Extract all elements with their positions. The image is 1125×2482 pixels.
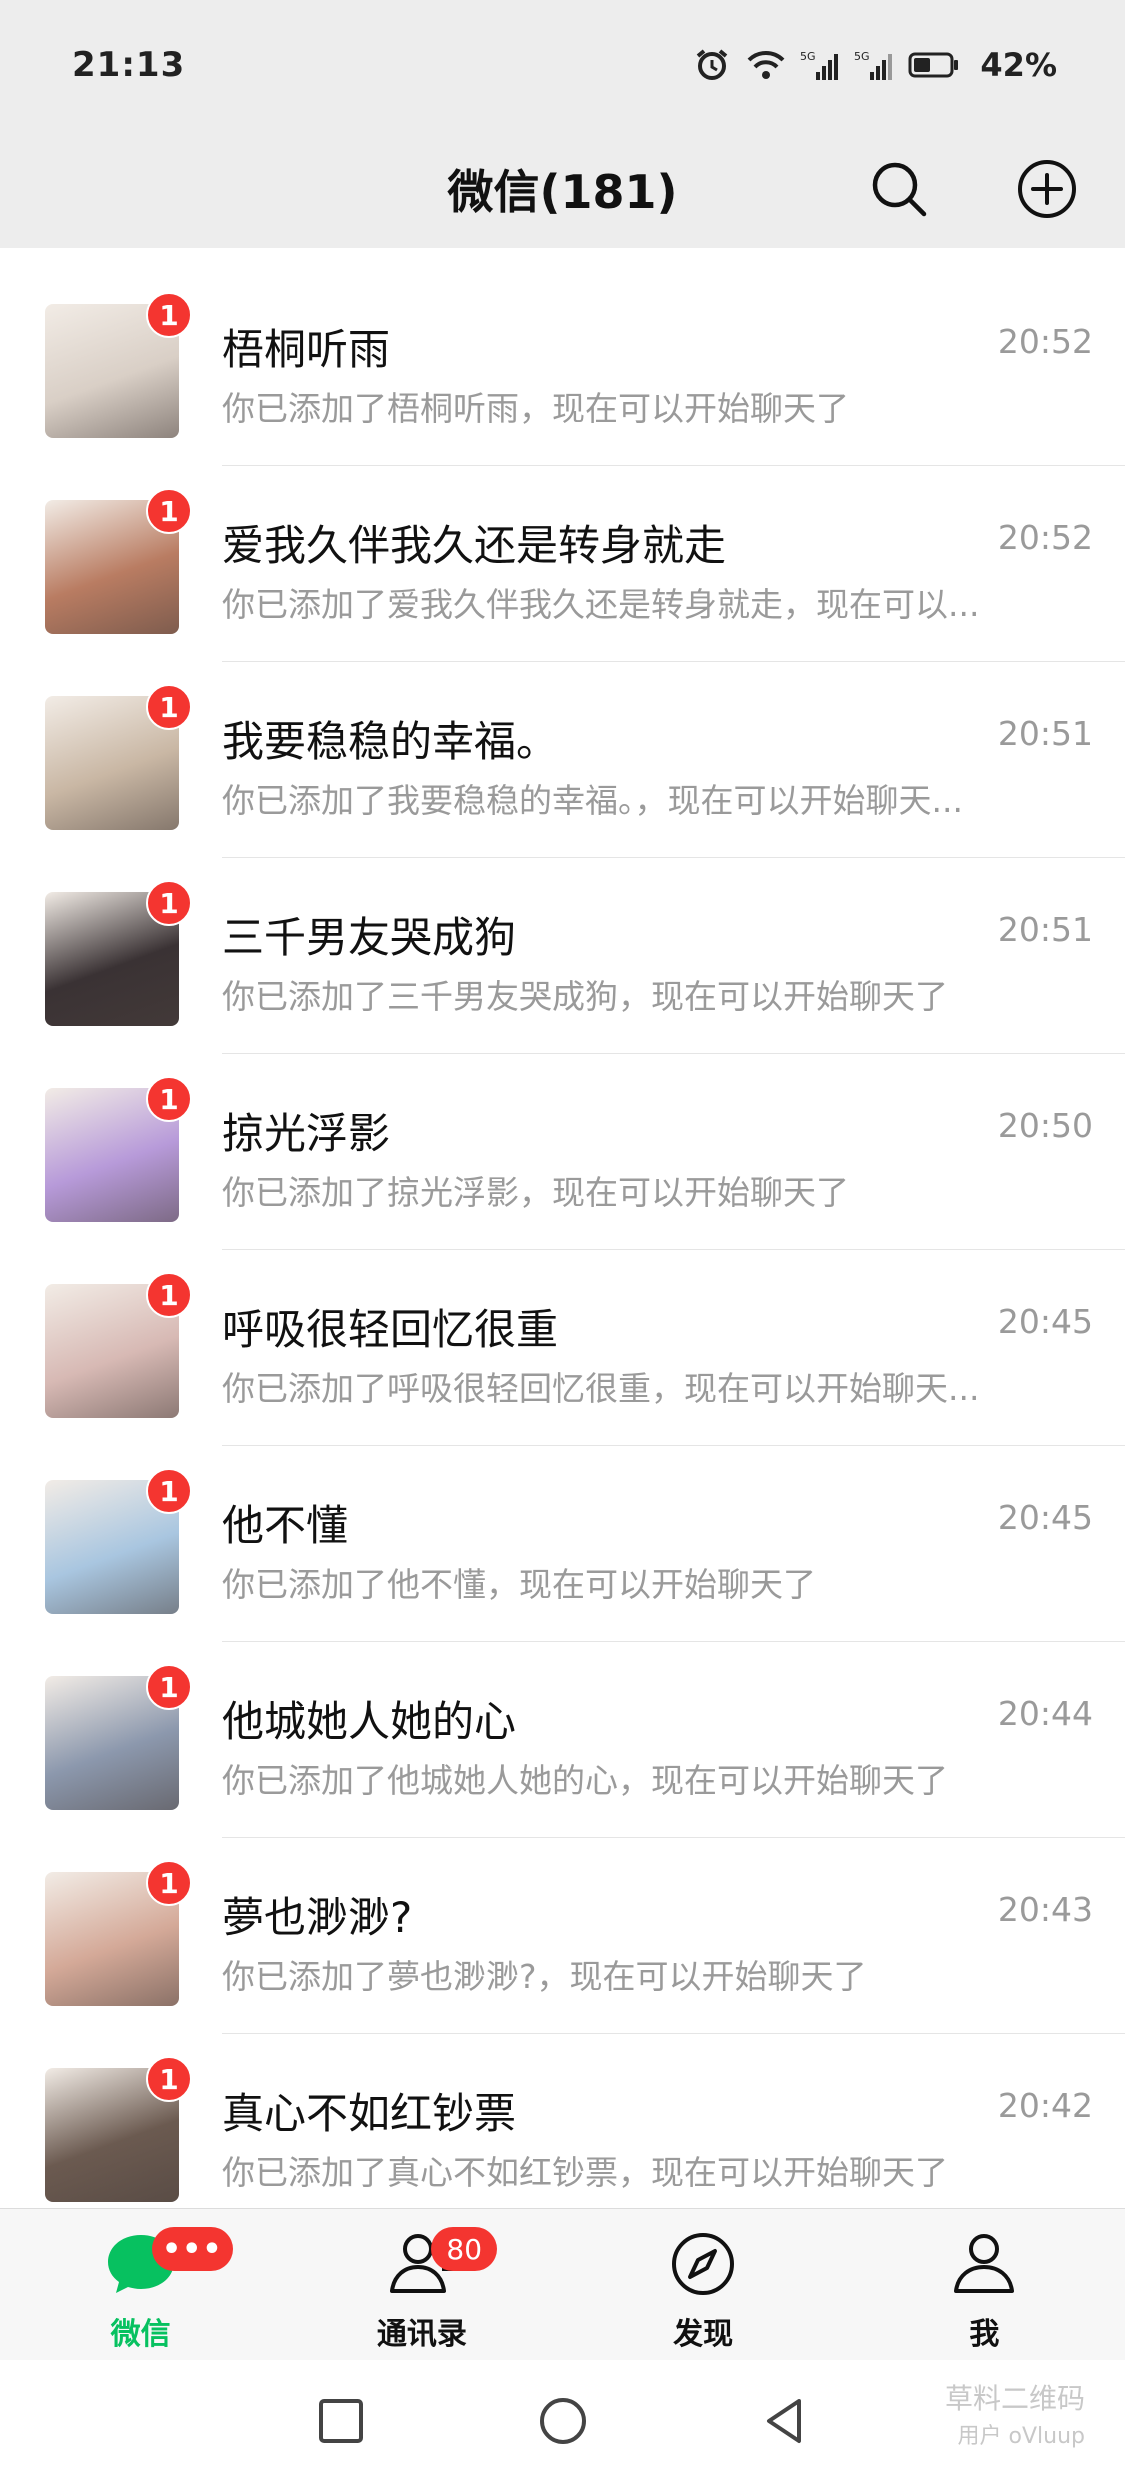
- page-title: 微信(181): [447, 165, 678, 219]
- svg-text:5G: 5G: [854, 50, 870, 63]
- chat-preview: 你已添加了我要稳稳的幸福。，现在可以开始聊天...: [222, 781, 963, 820]
- home-circle-icon[interactable]: [537, 2395, 589, 2447]
- chat-list-item[interactable]: 1 真心不如红钞票 20:42 你已添加了真心不如红钞票，现在可以开始聊天了: [0, 2034, 1125, 2230]
- unread-badge: 1: [146, 2056, 192, 2102]
- chat-time: 20:44: [997, 1694, 1093, 1733]
- chat-name: 爱我久伴我久还是转身就走: [222, 521, 727, 570]
- chat-time: 20:45: [997, 1498, 1093, 1537]
- unread-dots-badge: •••: [152, 2227, 233, 2271]
- chat-preview: 你已添加了梧桐听雨，现在可以开始聊天了: [222, 389, 849, 428]
- chat-name: 掠光浮影: [222, 1109, 391, 1158]
- tab-contacts[interactable]: 通讯录 80: [281, 2209, 562, 2360]
- unread-badge: 1: [146, 488, 192, 534]
- person-icon: [946, 2229, 1022, 2299]
- watermark-title: 草料二维码: [944, 2382, 1085, 2415]
- chat-list-item[interactable]: 1 三千男友哭成狗 20:51 你已添加了三千男友哭成狗，现在可以开始聊天了: [0, 858, 1125, 1054]
- status-icons: 5G 5G 42%: [692, 46, 1057, 84]
- chat-time: 20:52: [997, 518, 1093, 557]
- unread-badge: 1: [146, 1272, 192, 1318]
- tab-label: 通讯录: [376, 2317, 467, 2352]
- unread-badge: 1: [146, 1468, 192, 1514]
- back-triangle-icon[interactable]: [759, 2395, 811, 2447]
- chat-list: 1 梧桐听雨 20:52 你已添加了梧桐听雨，现在可以开始聊天了 1 爱我久伴我久还是转身…: [0, 270, 1125, 2230]
- chat-list-item[interactable]: 1 夢也渺渺? 20:43 你已添加了夢也渺渺?，现在可以开始聊天了: [0, 1838, 1125, 2034]
- status-time: 21:13: [72, 45, 186, 85]
- chat-time: 20:52: [997, 322, 1093, 361]
- chat-preview: 你已添加了真心不如红钞票，现在可以开始聊天了: [222, 2153, 948, 2192]
- battery-icon: [908, 48, 960, 82]
- chat-time: 20:51: [997, 714, 1093, 753]
- chat-name: 真心不如红钞票: [222, 2089, 517, 2138]
- compass-icon: [665, 2229, 741, 2299]
- chat-preview: 你已添加了呼吸很轻回忆很重，现在可以开始聊天...: [222, 1369, 980, 1408]
- chat-list-item[interactable]: 1 梧桐听雨 20:52 你已添加了梧桐听雨，现在可以开始聊天了: [0, 270, 1125, 466]
- chat-name: 我要稳稳的幸福。: [222, 717, 559, 766]
- unread-badge: 1: [146, 1664, 192, 1710]
- chat-name: 夢也渺渺?: [222, 1893, 413, 1942]
- chat-preview: 你已添加了他城她人她的心，现在可以开始聊天了: [222, 1761, 948, 1800]
- svg-text:5G: 5G: [800, 50, 816, 63]
- recents-square-icon[interactable]: [315, 2395, 367, 2447]
- signal-5g-icon: 5G: [854, 48, 894, 82]
- chat-name: 他不懂: [222, 1501, 349, 1550]
- watermark-user: 用户 oVluup: [957, 2424, 1085, 2449]
- chat-name: 梧桐听雨: [222, 325, 391, 374]
- chat-name: 他城她人她的心: [222, 1697, 517, 1746]
- chat-preview: 你已添加了三千男友哭成狗，现在可以开始聊天了: [222, 977, 948, 1016]
- bottom-tab-bar: 微信 ••• 通讯录 80 发现 我: [0, 2208, 1125, 2360]
- chat-name: 三千男友哭成狗: [222, 913, 517, 962]
- tab-me[interactable]: 我: [844, 2209, 1125, 2360]
- chat-time: 20:50: [997, 1106, 1093, 1145]
- tab-label: 我: [969, 2317, 1000, 2352]
- tab-discover[interactable]: 发现: [563, 2209, 844, 2360]
- chat-list-item[interactable]: 1 掠光浮影 20:50 你已添加了掠光浮影，现在可以开始聊天了: [0, 1054, 1125, 1250]
- chat-time: 20:45: [997, 1302, 1093, 1341]
- unread-badge: 1: [146, 1076, 192, 1122]
- chat-time: 20:42: [997, 2086, 1093, 2125]
- chat-time: 20:51: [997, 910, 1093, 949]
- chat-preview: 你已添加了爱我久伴我久还是转身就走，现在可以...: [222, 585, 980, 624]
- alarm-icon: [692, 48, 732, 82]
- unread-badge: 1: [146, 684, 192, 730]
- contacts-count-badge: 80: [431, 2227, 498, 2271]
- tab-chats[interactable]: 微信 •••: [0, 2209, 281, 2360]
- chat-name: 呼吸很轻回忆很重: [222, 1305, 559, 1354]
- unread-badge: 1: [146, 880, 192, 926]
- chat-list-item[interactable]: 1 他城她人她的心 20:44 你已添加了他城她人她的心，现在可以开始聊天了: [0, 1642, 1125, 1838]
- search-icon[interactable]: [868, 158, 930, 220]
- tab-label: 微信: [110, 2317, 171, 2352]
- unread-badge: 1: [146, 1860, 192, 1906]
- chat-list-item[interactable]: 1 他不懂 20:45 你已添加了他不懂，现在可以开始聊天了: [0, 1446, 1125, 1642]
- chat-list-item[interactable]: 1 爱我久伴我久还是转身就走 20:52 你已添加了爱我久伴我久还是转身就走，现在可以…: [0, 466, 1125, 662]
- chat-preview: 你已添加了他不懂，现在可以开始聊天了: [222, 1565, 816, 1604]
- chat-preview: 你已添加了掠光浮影，现在可以开始聊天了: [222, 1173, 849, 1212]
- signal-5g-icon: 5G: [800, 48, 840, 82]
- battery-percent: 42%: [980, 46, 1057, 84]
- chat-preview: 你已添加了夢也渺渺?，现在可以开始聊天了: [222, 1957, 867, 1996]
- chat-list-item[interactable]: 1 我要稳稳的幸福。 20:51 你已添加了我要稳稳的幸福。，现在可以开始聊天...: [0, 662, 1125, 858]
- wifi-icon: [746, 48, 786, 82]
- tab-label: 发现: [673, 2317, 734, 2352]
- status-bar: 21:13 5G 5G 42%: [0, 0, 1125, 130]
- plus-circle-icon[interactable]: [1016, 158, 1078, 220]
- unread-badge: 1: [146, 292, 192, 338]
- chat-time: 20:43: [997, 1890, 1093, 1929]
- chat-list-item[interactable]: 1 呼吸很轻回忆很重 20:45 你已添加了呼吸很轻回忆很重，现在可以开始聊天...: [0, 1250, 1125, 1446]
- watermark: 草料二维码 用户 oVluup: [945, 2380, 1085, 2456]
- app-header: 微信(181): [0, 130, 1125, 248]
